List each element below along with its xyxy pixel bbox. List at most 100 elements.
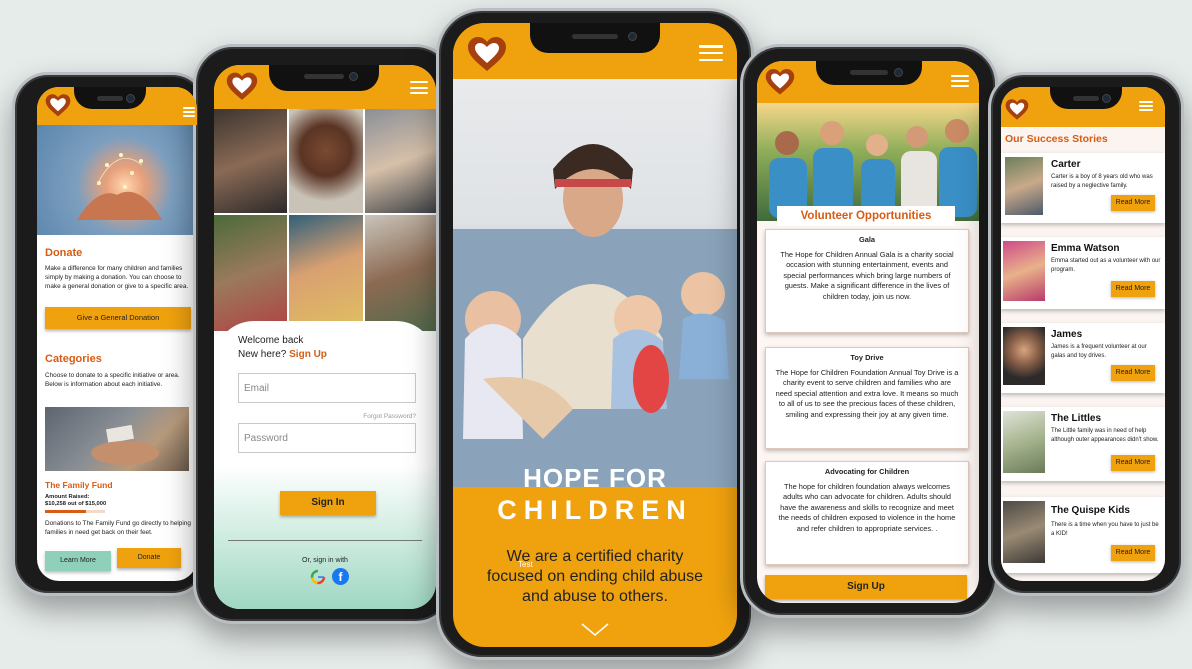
heart-logo-icon[interactable] [765,69,795,96]
volunteer-banner: Volunteer Opportunities [777,206,955,226]
notch [269,65,379,91]
card-text: The Hope for Children Foundation Annual … [775,367,959,419]
gala-card: Gala The Hope for Children Annual Gala i… [765,229,969,333]
story-photo [1003,501,1045,563]
amount-label: Amount Raised: [45,494,90,500]
phone-volunteer: Volunteer Opportunities Gala The Hope fo… [740,44,998,618]
family-photo-collage [214,109,436,331]
sign-in-button[interactable]: Sign In [280,491,376,515]
story-photo [1003,327,1045,385]
donate-screen: Donate Make a difference for many childr… [37,87,197,581]
story-photo [1005,157,1043,215]
password-field[interactable]: Password [238,423,416,453]
menu-icon[interactable] [183,107,195,117]
learn-more-button[interactable]: Learn More [45,551,111,571]
read-more-button[interactable]: Read More [1111,455,1155,471]
donate-description: Make a difference for many children and … [45,265,189,290]
advocating-card: Advocating for Children The hope for chi… [765,461,969,565]
amount-value: $10,258 out of $15,000 [45,501,107,507]
read-more-button[interactable]: Read More [1111,281,1155,297]
sign-in-screen: Welcome back New here? Sign Up Email For… [214,65,436,609]
categories-description: Choose to donate to a specific initiativ… [45,372,180,388]
collage-photo [289,215,363,331]
story-card-littles: The Littles The Little family was in nee… [1001,407,1165,481]
story-text: Emma started out as a volunteer with our… [1051,258,1161,273]
notch [1050,87,1122,109]
story-name: Carter [1051,159,1081,170]
menu-icon[interactable] [410,81,428,94]
card-text: The Hope for Children Annual Gala is a c… [780,249,954,301]
scroll-down-chevron-icon[interactable] [581,623,609,637]
toy-drive-card: Toy Drive The Hope for Children Foundati… [765,347,969,449]
heart-logo-icon[interactable] [45,94,71,118]
menu-icon[interactable] [1139,101,1153,111]
google-sign-in-icon[interactable] [310,569,326,585]
phone-success-stories: Our Success Stories Carter Carter is a b… [988,72,1184,596]
card-title: Advocating for Children [824,467,910,476]
heart-logo-icon[interactable] [467,37,507,73]
menu-icon[interactable] [951,75,969,87]
story-card-carter: Carter Carter is a boy of 8 years old wh… [1001,153,1165,223]
card-text: The hope for children foundation always … [778,481,956,533]
fund-progress-fill [45,510,86,513]
forgot-password-link[interactable]: Forgot Password? [363,413,416,420]
story-text: James is a frequent volunteer at our gal… [1051,344,1147,359]
sign-up-link[interactable]: Sign Up [289,349,327,360]
heart-logo-icon[interactable] [1005,99,1029,121]
menu-icon[interactable] [699,45,723,61]
general-donation-button[interactable]: Give a General Donation [45,307,191,329]
tagline: We are a certified charity focused on en… [486,548,704,605]
collage-photo [214,109,287,213]
phone-home: HOPE FOR CHILDREN We are a certified cha… [436,8,754,660]
overlay-test-label: Test [518,560,533,569]
home-screen: HOPE FOR CHILDREN We are a certified cha… [453,23,737,647]
read-more-button[interactable]: Read More [1111,195,1155,211]
fund-description: Donations to The Family Fund go directly… [45,520,191,536]
hero-family-photo [453,79,737,487]
story-card-emma: Emma Watson Emma started out as a volunt… [1001,237,1165,309]
login-panel: Welcome back New here? Sign Up Email For… [214,321,436,609]
phone-sign-in: Welcome back New here? Sign Up Email For… [193,44,455,624]
card-title: Toy Drive [850,353,884,362]
story-card-james: James James is a frequent volunteer at o… [1001,323,1165,393]
story-card-quispe: The Quispe Kids There is a time when you… [1001,497,1165,573]
or-sign-in-with: Or, sign in with [302,557,348,564]
new-here-row: New here? Sign Up [238,349,327,360]
welcome-text: Welcome back [238,335,304,346]
collage-photo [365,109,436,213]
fund-title: The Family Fund [45,480,113,490]
donate-heading: Donate [45,247,83,259]
collage-photo [214,215,287,331]
story-photo [1003,241,1045,301]
coins-hands-photo [45,407,189,471]
story-text: Carter is a boy of 8 years old who was r… [1051,174,1153,189]
phone-donate: Donate Make a difference for many childr… [12,72,208,596]
read-more-button[interactable]: Read More [1111,545,1155,561]
new-here-text: New here? [238,349,287,360]
fund-progress-bar [45,510,105,513]
story-text: The Little family was in need of help al… [1051,428,1159,443]
volunteer-screen: Volunteer Opportunities Gala The Hope fo… [757,61,979,603]
success-stories-title: Our Success Stories [1005,133,1108,145]
success-stories-screen: Our Success Stories Carter Carter is a b… [1001,87,1165,581]
notch [816,61,922,85]
collage-photo [365,215,436,331]
story-name: Emma Watson [1051,243,1120,254]
notch [74,87,146,109]
hero-title-line1: HOPE FOR [523,463,667,493]
story-name: The Quispe Kids [1051,505,1130,516]
donate-button[interactable]: Donate [117,548,181,568]
story-photo [1003,411,1045,473]
heart-logo-icon[interactable] [226,72,258,102]
hero-title-line2: CHILDREN [497,495,693,525]
read-more-button[interactable]: Read More [1111,365,1155,381]
email-field[interactable]: Email [238,373,416,403]
story-text: There is a time when you have to just be… [1051,522,1159,537]
collage-photo [289,109,363,213]
facebook-sign-in-icon[interactable]: f [332,568,349,585]
sign-up-button[interactable]: Sign Up [765,575,967,599]
story-name: James [1051,329,1083,340]
notch [530,23,660,53]
hands-lights-photo [37,125,197,235]
story-name: The Littles [1051,413,1102,424]
